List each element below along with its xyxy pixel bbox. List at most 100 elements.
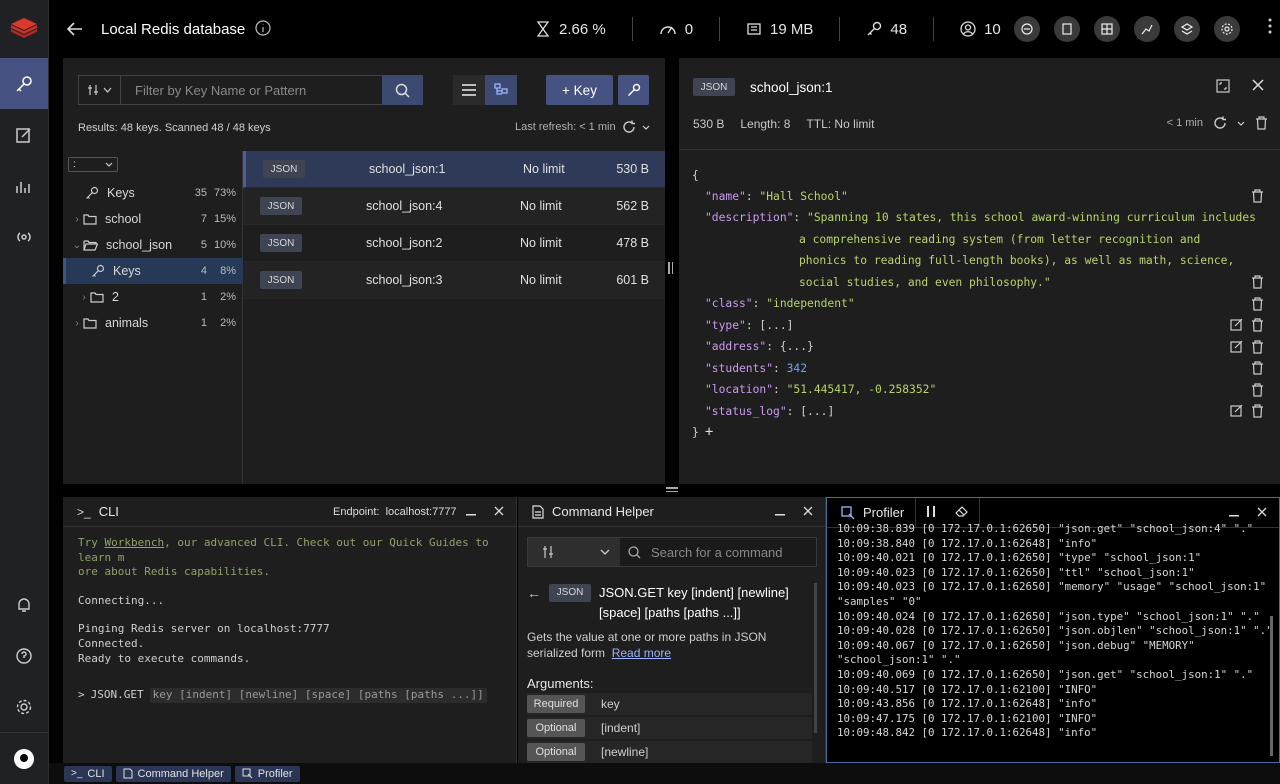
delete-field-trash-icon[interactable] [1251, 383, 1264, 400]
json-field-location[interactable]: "location": "51.445417, -0.258352" [705, 379, 936, 399]
view-toggle [453, 75, 517, 105]
copy-document-icon[interactable] [1054, 16, 1080, 42]
bulk-actions-button[interactable] [618, 75, 649, 105]
key-row[interactable]: JSON school_json:3 No limit 601 B [243, 262, 665, 299]
browser-nav-key-icon[interactable] [0, 58, 48, 109]
key-ttl[interactable]: TTL: No limit [806, 117, 874, 131]
clear-eraser-icon[interactable] [955, 505, 969, 520]
edit-field-pencil-icon[interactable] [1230, 404, 1243, 420]
info-icon[interactable] [255, 19, 271, 39]
profiler-scrollbar[interactable] [1270, 616, 1273, 756]
add-field-plus-icon[interactable]: + [705, 424, 713, 440]
cli-command-input[interactable]: > JSON.GET key [indent] [newline] [space… [78, 688, 501, 703]
tree-node-2[interactable]: › 2 1 2% [63, 284, 243, 310]
json-field-students[interactable]: "students": 342 [705, 358, 807, 378]
json-field-name[interactable]: "name": "Hall School" [705, 186, 848, 206]
bottom-tab-command-helper[interactable]: Command Helper [115, 765, 231, 782]
memory-chip-icon [747, 23, 761, 35]
github-icon[interactable] [0, 732, 48, 784]
db-settings-gear-icon[interactable] [1214, 16, 1240, 42]
pubsub-nav-icon[interactable] [0, 211, 48, 262]
analysis-nav-icon[interactable] [0, 160, 48, 211]
back-arrow-icon[interactable] [49, 22, 101, 36]
auto-refresh-chevron-down-icon[interactable] [642, 125, 650, 130]
vertical-panel-resizer[interactable] [668, 262, 674, 276]
back-arrow-icon[interactable]: ← [527, 583, 541, 623]
tree-node-keys[interactable]: Keys 35 73% [63, 180, 243, 206]
command-group-filter[interactable] [528, 538, 620, 566]
cli-header: >_ CLI Endpoint: localhost:7777 [63, 497, 516, 527]
tree-node-percent: 73% [213, 187, 236, 199]
json-field-type[interactable]: "type": [...] [705, 315, 793, 335]
tree-node-animals[interactable]: › animals 1 2% [63, 310, 243, 336]
json-field-description[interactable]: "description": "Spanning 10 states, this… [705, 207, 1256, 227]
tree-node-school[interactable]: › school 7 15% [63, 206, 243, 232]
json-field-address[interactable]: "address": {...} [705, 336, 814, 356]
grid-icon[interactable] [1094, 16, 1120, 42]
layers-icon[interactable] [1174, 16, 1200, 42]
more-options-kebab-icon[interactable] [1268, 18, 1272, 37]
command-search-input[interactable]: Search for a command [620, 545, 783, 560]
key-row[interactable]: JSON school_json:4 No limit 562 B [243, 188, 665, 225]
tree-view-button[interactable] [485, 75, 517, 105]
chart-icon[interactable] [1134, 16, 1160, 42]
delete-field-trash-icon[interactable] [1251, 297, 1264, 314]
bottom-tab-cli[interactable]: >_ CLI [64, 765, 112, 782]
close-icon[interactable] [1252, 79, 1264, 94]
chevron-right-icon[interactable]: › [71, 214, 83, 225]
edit-field-pencil-icon[interactable] [1230, 318, 1243, 334]
workbench-link[interactable]: Workbench [105, 536, 165, 549]
add-key-button[interactable]: + Key [546, 75, 613, 105]
delete-key-trash-icon[interactable] [1255, 116, 1268, 130]
chevron-right-icon[interactable]: › [78, 292, 90, 303]
help-icon[interactable] [0, 630, 48, 681]
chevron-down-icon[interactable]: ⌄ [71, 240, 83, 251]
key-name-title[interactable]: school_json:1 [750, 80, 833, 95]
close-icon[interactable] [494, 504, 504, 519]
tree-node-percent: 2% [220, 291, 236, 303]
delete-field-trash-icon[interactable] [1251, 361, 1264, 378]
key-type-badge: JSON [260, 234, 302, 252]
key-row[interactable]: JSON school_json:1 No limit 530 B [243, 151, 665, 188]
list-view-button[interactable] [453, 75, 485, 105]
delete-field-trash-icon[interactable] [1251, 404, 1264, 421]
key-browser-panel: Filter by Key Name or Pattern + Key Resu… [63, 58, 665, 484]
delete-field-trash-icon[interactable] [1251, 340, 1264, 357]
pause-icon[interactable] [927, 505, 935, 520]
key-list: JSON school_json:1 No limit 530 B JSON s… [243, 151, 665, 299]
cli-prompt-symbol: > [78, 688, 85, 702]
refresh-icon[interactable] [1213, 116, 1227, 130]
chevron-right-icon[interactable]: › [71, 318, 83, 329]
refresh-icon[interactable] [622, 120, 636, 134]
delete-field-trash-icon[interactable] [1251, 318, 1264, 335]
key-row[interactable]: JSON school_json:2 No limit 478 B [243, 225, 665, 262]
delete-field-trash-icon[interactable] [1251, 275, 1264, 292]
close-icon[interactable] [803, 504, 813, 519]
key-type-filter-dropdown[interactable] [79, 76, 121, 104]
tree-node-school-json-keys[interactable]: Keys 4 8% [63, 258, 243, 284]
close-icon[interactable] [1257, 505, 1267, 520]
minimize-icon[interactable] [775, 504, 785, 519]
tree-node-school-json[interactable]: ⌄ school_json 5 10% [63, 232, 243, 258]
notifications-bell-icon[interactable] [0, 579, 48, 630]
helper-scrollbar[interactable] [814, 583, 817, 733]
settings-gear-icon[interactable] [0, 681, 48, 732]
edit-field-pencil-icon[interactable] [1230, 340, 1243, 356]
delete-field-trash-icon[interactable] [1251, 189, 1264, 206]
redis-logo[interactable] [0, 0, 48, 58]
search-button[interactable] [382, 75, 423, 105]
insights-icon[interactable] [1014, 16, 1040, 42]
minimize-icon[interactable] [1229, 505, 1239, 520]
horizontal-panel-resizer[interactable] [666, 487, 678, 493]
workbench-nav-icon[interactable] [0, 109, 48, 160]
read-more-link[interactable]: Read more [612, 646, 671, 660]
delimiter-select[interactable]: : [68, 157, 118, 172]
speedometer-icon [660, 26, 676, 35]
chevron-down-icon[interactable] [1237, 121, 1245, 126]
json-field-class[interactable]: "class": "independent" [705, 293, 855, 313]
fullscreen-expand-icon[interactable] [1216, 79, 1230, 96]
minimize-icon[interactable] [466, 504, 476, 519]
key-filter-input[interactable]: Filter by Key Name or Pattern [121, 83, 421, 98]
json-field-status-log[interactable]: "status_log": [...] [705, 401, 834, 421]
bottom-tab-profiler[interactable]: Profiler [234, 765, 300, 782]
